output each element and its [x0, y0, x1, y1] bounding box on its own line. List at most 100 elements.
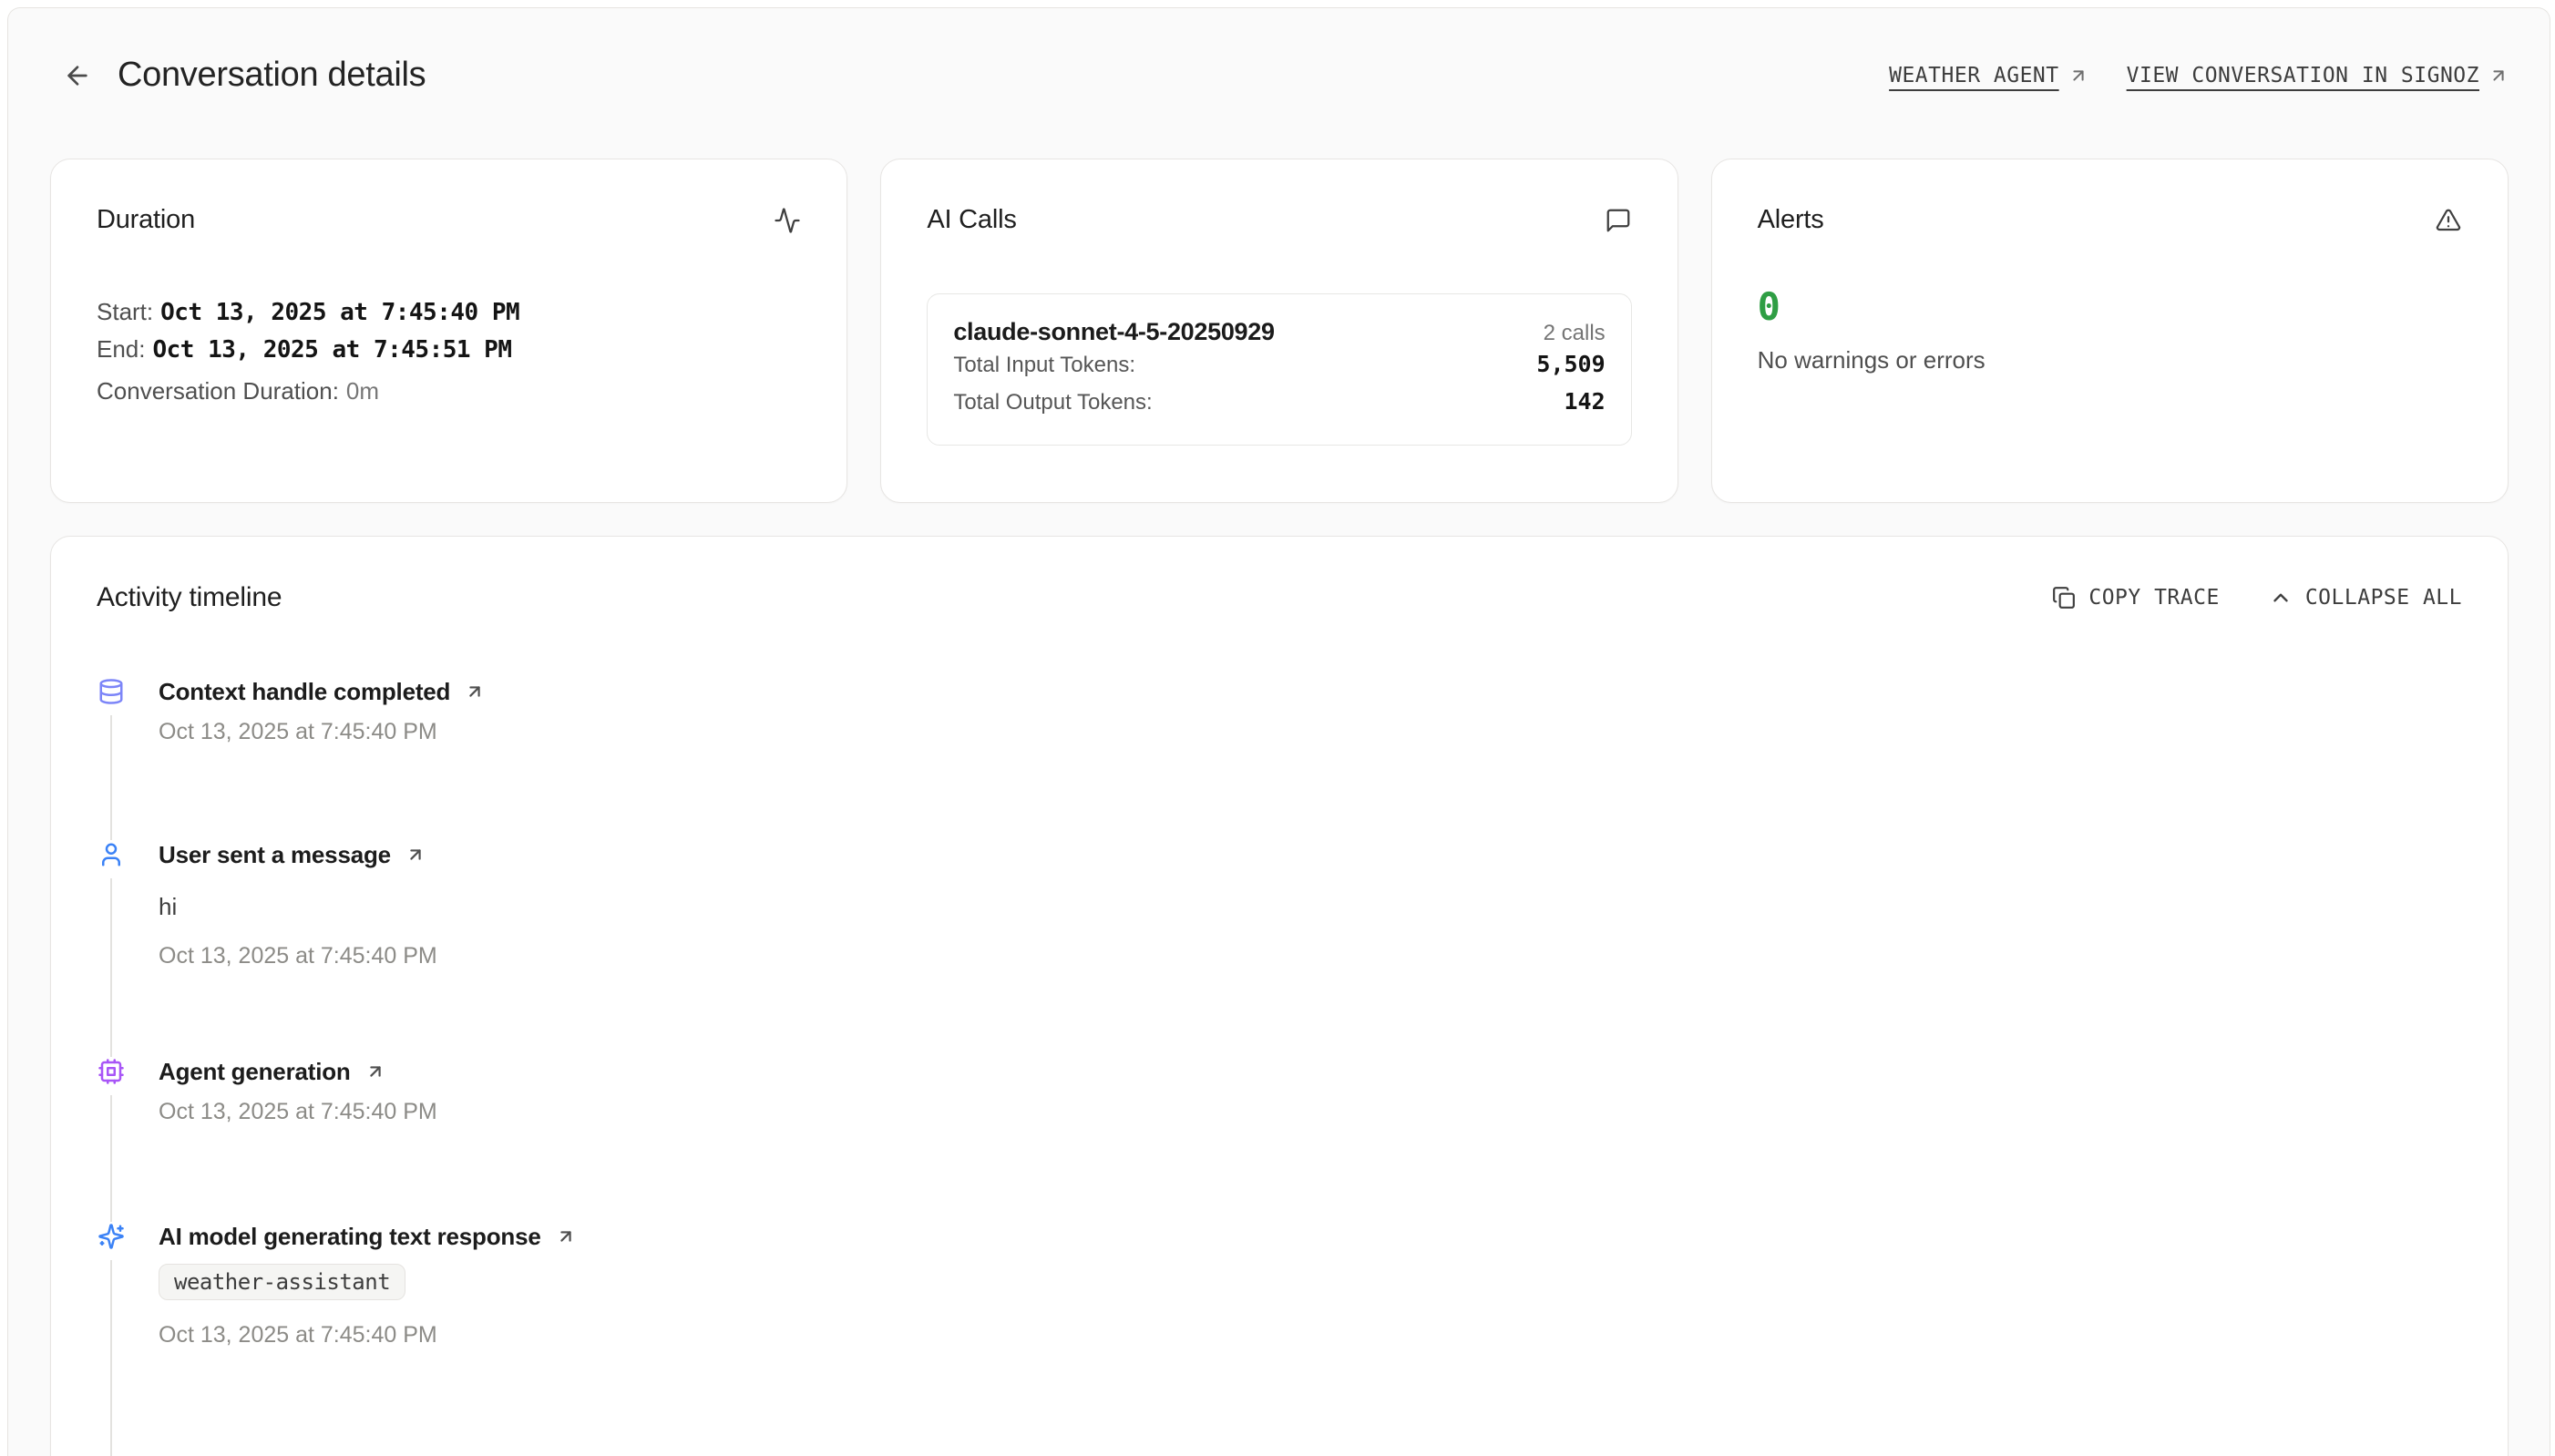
page-title: Conversation details [118, 56, 426, 95]
view-conversation-in-signoz-link[interactable]: VIEW CONVERSATION IN SIGNOZ [2127, 64, 2509, 87]
entry-body: Agent generation Oct 13, 2025 at 7:45:40… [159, 1057, 437, 1222]
database-icon [97, 678, 125, 705]
entry-icon-node [97, 1222, 126, 1251]
collapse-all-button[interactable]: COLLAPSE ALL [2269, 586, 2462, 610]
user-message-text: hi [159, 893, 437, 921]
ai-calls-card-title: AI Calls [927, 205, 1016, 235]
copy-trace-label: COPY TRACE [2088, 586, 2219, 610]
conversation-duration-value: 0m [346, 377, 379, 405]
model-usage-box: claude-sonnet-4-5-20250929 2 calls Total… [927, 293, 1631, 446]
entry-title-row[interactable]: AI model generating text response [159, 1222, 576, 1251]
activity-timeline-card: Activity timeline COPY TRACE COLLAPSE AL… [50, 536, 2509, 1456]
timeline-entry-agent-generation: Agent generation Oct 13, 2025 at 7:45:40… [97, 1057, 2462, 1222]
cpu-icon [97, 1058, 125, 1085]
weather-agent-link-label: WEATHER AGENT [1889, 64, 2059, 87]
arrow-up-right-icon [465, 682, 485, 702]
page-header: Conversation details WEATHER AGENT VIEW … [50, 56, 2509, 95]
alert-message: No warnings or errors [1758, 346, 2462, 374]
entry-title-row[interactable]: Context handle completed [159, 677, 485, 706]
model-row: claude-sonnet-4-5-20250929 2 calls [953, 318, 1605, 346]
copy-trace-button[interactable]: COPY TRACE [2052, 586, 2219, 610]
entry-body: Context handle completed Oct 13, 2025 at… [159, 677, 485, 840]
alert-count: 0 [1758, 288, 2462, 326]
timeline-rail [97, 1222, 126, 1456]
timeline-rail [97, 1057, 126, 1222]
chevron-up-icon [2269, 586, 2293, 610]
timeline-connector-line [110, 1260, 112, 1456]
message-square-icon [1605, 207, 1632, 234]
alerts-card: Alerts 0 No warnings or errors [1711, 159, 2509, 503]
main-pane: Conversation details WEATHER AGENT VIEW … [7, 7, 2550, 1456]
entry-timestamp: Oct 13, 2025 at 7:45:40 PM [159, 719, 485, 745]
sparkles-icon [97, 1223, 125, 1250]
back-button[interactable] [59, 57, 96, 94]
entry-timestamp: Oct 13, 2025 at 7:45:40 PM [159, 1099, 437, 1125]
copy-icon [2052, 586, 2076, 610]
alerts-card-header: Alerts [1758, 205, 2462, 235]
entry-title: Agent generation [159, 1058, 351, 1086]
page-content: Conversation details WEATHER AGENT VIEW … [8, 56, 2550, 1456]
entry-icon-node [97, 1057, 126, 1086]
start-value: Oct 13, 2025 at 7:45:40 PM [160, 299, 519, 326]
timeline-entries: Context handle completed Oct 13, 2025 at… [97, 677, 2462, 1456]
output-tokens-value: 142 [1565, 384, 1606, 420]
duration-card-title: Duration [97, 205, 195, 235]
alert-triangle-icon [2435, 207, 2462, 234]
duration-rows: Start: Oct 13, 2025 at 7:45:40 PM End:Oct… [97, 293, 801, 405]
input-tokens-value: 5,509 [1536, 346, 1605, 383]
output-tokens-row: Total Output Tokens: 142 [953, 384, 1605, 421]
entry-body: User sent a message hi Oct 13, 2025 at 7… [159, 840, 437, 1057]
entry-icon-node [97, 677, 126, 706]
entry-title: User sent a message [159, 841, 391, 869]
timeline-actions: COPY TRACE COLLAPSE ALL [2052, 586, 2462, 610]
duration-card-header: Duration [97, 205, 801, 235]
timeline-header: Activity timeline COPY TRACE COLLAPSE AL… [97, 582, 2462, 613]
entry-title-row[interactable]: Agent generation [159, 1057, 437, 1086]
arrow-up-right-icon [2488, 66, 2509, 86]
ai-calls-card-header: AI Calls [927, 205, 1631, 235]
end-label: End: [97, 335, 146, 363]
start-row: Start: Oct 13, 2025 at 7:45:40 PM [97, 293, 801, 331]
header-links: WEATHER AGENT VIEW CONVERSATION IN SIGNO… [1889, 64, 2509, 87]
timeline-title: Activity timeline [97, 582, 282, 613]
input-tokens-label: Total Input Tokens: [953, 347, 1135, 384]
arrow-up-right-icon [556, 1226, 576, 1246]
entry-body: AI model generating text response weathe… [159, 1222, 576, 1456]
timeline-entry-ai-text-response: AI model generating text response weathe… [97, 1222, 2462, 1456]
end-value: Oct 13, 2025 at 7:45:51 PM [153, 336, 512, 364]
timeline-rail [97, 840, 126, 1057]
stat-cards-row: Duration Start: Oct 13, 2025 at 7:45:40 P… [50, 159, 2509, 503]
user-icon [97, 841, 125, 868]
output-tokens-label: Total Output Tokens: [953, 385, 1152, 421]
end-row: End:Oct 13, 2025 at 7:45:51 PM [97, 331, 801, 368]
conversation-duration-row: Conversation Duration:0m [97, 377, 801, 405]
entry-timestamp: Oct 13, 2025 at 7:45:40 PM [159, 1322, 576, 1348]
arrow-up-right-icon [405, 845, 426, 865]
alerts-card-title: Alerts [1758, 205, 1824, 235]
weather-agent-link[interactable]: WEATHER AGENT [1889, 64, 2088, 87]
arrow-up-right-icon [2068, 66, 2088, 86]
model-call-count: 2 calls [1544, 321, 1606, 346]
entry-title-row[interactable]: User sent a message [159, 840, 437, 869]
activity-icon [774, 207, 801, 234]
timeline-rail [97, 677, 126, 840]
view-conversation-link-label: VIEW CONVERSATION IN SIGNOZ [2127, 64, 2479, 87]
timeline-entry-user-message: User sent a message hi Oct 13, 2025 at 7… [97, 840, 2462, 1057]
start-label: Start: [97, 298, 153, 325]
collapse-all-label: COLLAPSE ALL [2305, 586, 2462, 610]
timeline-connector-line [110, 715, 112, 840]
ai-calls-card: AI Calls claude-sonnet-4-5-20250929 2 ca… [880, 159, 1678, 503]
arrow-up-right-icon [365, 1061, 385, 1082]
entry-title: Context handle completed [159, 678, 450, 706]
duration-card: Duration Start: Oct 13, 2025 at 7:45:40 P… [50, 159, 847, 503]
model-name: claude-sonnet-4-5-20250929 [953, 318, 1274, 346]
input-tokens-row: Total Input Tokens: 5,509 [953, 346, 1605, 384]
timeline-connector-line [110, 1095, 112, 1222]
agent-badge: weather-assistant [159, 1264, 405, 1300]
arrow-left-icon [63, 61, 92, 90]
entry-title: AI model generating text response [159, 1223, 541, 1251]
entry-icon-node [97, 840, 126, 869]
timeline-connector-line [110, 878, 112, 1057]
timeline-entry-context-handle: Context handle completed Oct 13, 2025 at… [97, 677, 2462, 840]
entry-timestamp: Oct 13, 2025 at 7:45:40 PM [159, 943, 437, 969]
